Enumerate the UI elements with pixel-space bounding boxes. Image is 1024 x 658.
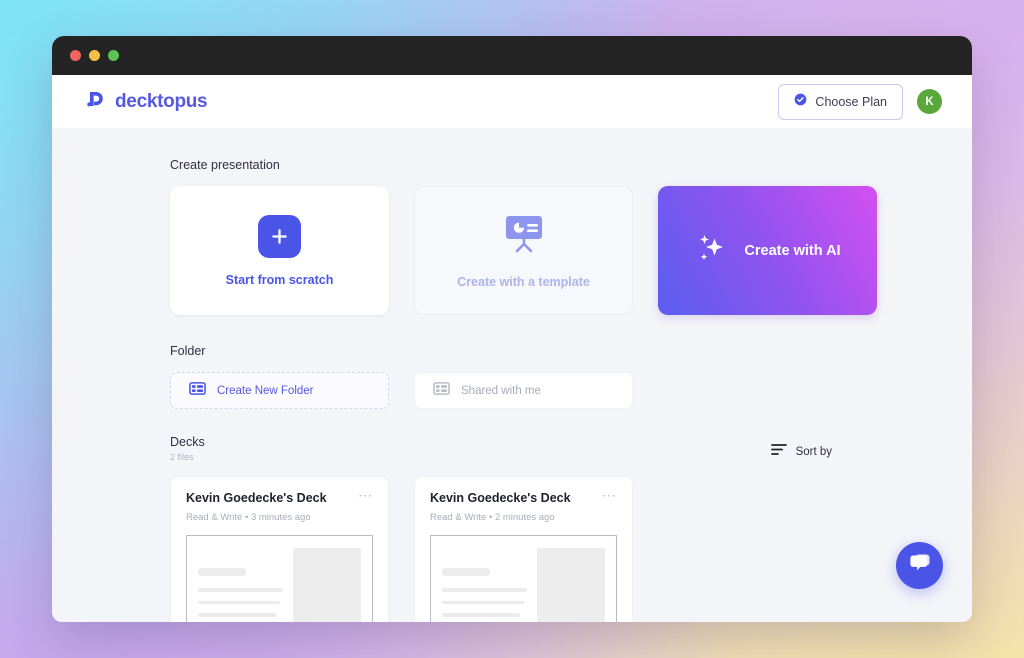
skeleton-line [198, 600, 280, 604]
decks-list: Kevin Goedecke's Deck ⋯ Read & Write • 3… [170, 476, 936, 622]
brand-name: decktopus [115, 90, 208, 112]
skeleton-title [198, 568, 247, 576]
create-new-folder-label: Create New Folder [217, 384, 314, 397]
ellipsis-icon[interactable]: ⋯ [358, 488, 373, 502]
decks-header: Decks 2 files Sort by [170, 435, 936, 462]
maximize-window-button[interactable] [108, 50, 119, 61]
sort-lines-icon [770, 443, 787, 461]
brand-logo[interactable]: decktopus [84, 88, 208, 115]
skeleton-line [198, 613, 277, 617]
folder-section: Folder Create New Folder Shared with me [170, 344, 936, 409]
avatar[interactable]: K [917, 89, 942, 114]
create-with-ai-card[interactable]: Create with AI [658, 186, 877, 315]
deck-thumbnail-image [293, 548, 361, 622]
decktopus-logo-icon [84, 88, 106, 115]
decks-section: Decks 2 files Sort by Kevin Goedecke's D… [170, 435, 936, 622]
create-presentation-title: Create presentation [170, 158, 280, 172]
deck-meta: Read & Write • 3 minutes ago [186, 512, 373, 523]
deck-card[interactable]: Kevin Goedecke's Deck ⋯ Read & Write • 3… [170, 476, 389, 622]
deck-modified: 2 minutes ago [494, 512, 555, 523]
layout-grid-icon [433, 380, 450, 402]
create-presentation-cards: Start from scratch Create with a templat… [170, 186, 936, 315]
deck-thumbnail-text [198, 548, 283, 622]
decks-file-count: 2 files [170, 452, 194, 462]
main-content: Create presentation Start from scratch C… [52, 128, 972, 622]
skeleton-line [442, 588, 527, 592]
create-new-folder-button[interactable]: Create New Folder [170, 372, 389, 409]
minimize-window-button[interactable] [89, 50, 100, 61]
deck-card-header: Kevin Goedecke's Deck ⋯ [430, 488, 617, 505]
header-actions: Choose Plan K [778, 83, 942, 120]
sort-by-label: Sort by [795, 446, 832, 458]
deck-permission: Read & Write [186, 512, 243, 523]
sparkles-icon [694, 231, 728, 270]
deck-meta-separator: • [488, 512, 493, 523]
decks-title: Decks [170, 435, 205, 449]
chat-bubbles-icon [907, 551, 933, 580]
chat-widget-button[interactable] [896, 542, 943, 589]
window-titlebar [52, 36, 972, 75]
deck-thumbnail [430, 535, 617, 622]
verified-badge-icon [794, 93, 807, 111]
plus-icon [258, 214, 301, 258]
start-from-scratch-card[interactable]: Start from scratch [170, 186, 389, 315]
deck-card[interactable]: Kevin Goedecke's Deck ⋯ Read & Write • 2… [414, 476, 633, 622]
skeleton-line [442, 600, 524, 604]
skeleton-line [198, 588, 283, 592]
deck-name: Kevin Goedecke's Deck [186, 491, 327, 505]
deck-thumbnail [186, 535, 373, 622]
create-presentation-section: Create presentation Start from scratch C… [170, 158, 936, 315]
app-header: decktopus Choose Plan K [52, 75, 972, 128]
sort-by-button[interactable]: Sort by [770, 443, 832, 461]
deck-name: Kevin Goedecke's Deck [430, 491, 571, 505]
deck-meta-separator: • [244, 512, 249, 523]
folder-title: Folder [170, 344, 206, 358]
skeleton-title [442, 568, 491, 576]
deck-thumbnail-image [537, 548, 605, 622]
create-with-ai-label: Create with AI [744, 242, 841, 259]
skeleton-line [442, 613, 521, 617]
choose-plan-label: Choose Plan [815, 94, 887, 109]
choose-plan-button[interactable]: Choose Plan [778, 83, 903, 120]
start-from-scratch-label: Start from scratch [225, 272, 334, 287]
shared-with-me-label: Shared with me [461, 384, 541, 397]
create-with-template-card[interactable]: Create with a template [414, 186, 633, 315]
shared-with-me-button[interactable]: Shared with me [414, 372, 633, 409]
deck-modified: 3 minutes ago [250, 512, 311, 523]
close-window-button[interactable] [70, 50, 81, 61]
folder-cards: Create New Folder Shared with me [170, 372, 936, 409]
deck-thumbnail-text [442, 548, 527, 622]
presentation-board-icon [502, 213, 546, 260]
decks-heading-group: Decks 2 files [170, 435, 205, 462]
layout-grid-icon [189, 380, 206, 402]
browser-window: decktopus Choose Plan K Create presentat… [52, 36, 972, 622]
create-with-template-label: Create with a template [457, 274, 590, 289]
ellipsis-icon[interactable]: ⋯ [602, 488, 617, 502]
desktop-backdrop: decktopus Choose Plan K Create presentat… [0, 0, 1024, 658]
deck-permission: Read & Write [430, 512, 487, 523]
deck-card-header: Kevin Goedecke's Deck ⋯ [186, 488, 373, 505]
deck-meta: Read & Write • 2 minutes ago [430, 512, 617, 523]
